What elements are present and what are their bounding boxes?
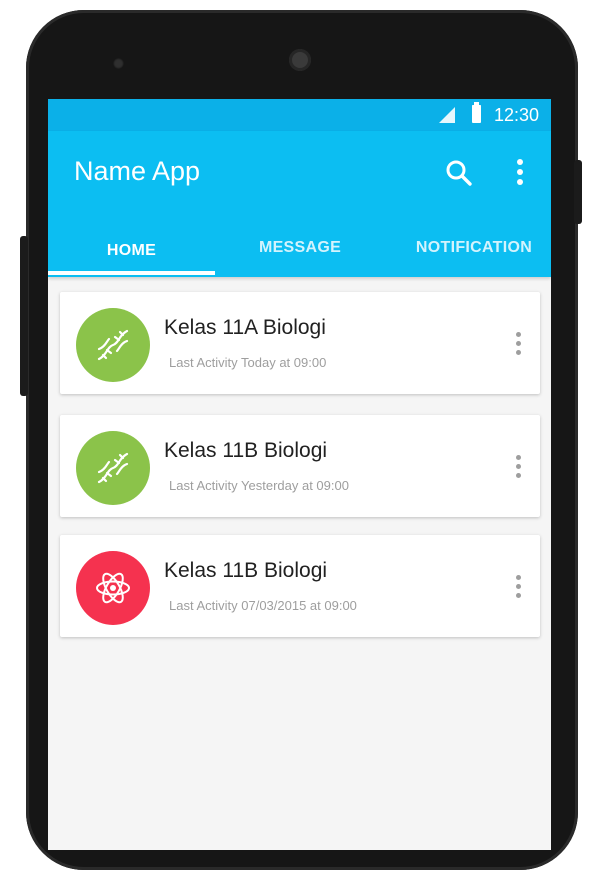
class-card[interactable]: Kelas 11A Biologi Last Activity Today at… <box>60 292 540 394</box>
app-bar: Name App HOME MESSAGE NOTIFICATION <box>48 131 551 277</box>
power-button <box>574 160 582 224</box>
volume-button <box>20 236 28 396</box>
class-card[interactable]: Kelas 11B Biologi Last Activity 07/03/20… <box>60 535 540 637</box>
atom-icon <box>96 572 130 604</box>
class-last-activity: Last Activity Today at 09:00 <box>169 355 327 370</box>
class-title: Kelas 11B Biologi <box>164 559 328 582</box>
status-bar: 12:30 <box>48 99 551 131</box>
proximity-sensor <box>113 58 124 69</box>
dna-icon <box>97 452 129 484</box>
class-card[interactable]: Kelas 11B Biologi Last Activity Yesterda… <box>60 415 540 517</box>
active-tab-indicator <box>48 271 215 275</box>
class-avatar <box>76 431 150 505</box>
battery-icon <box>472 102 481 123</box>
class-last-activity: Last Activity 07/03/2015 at 09:00 <box>169 598 357 613</box>
card-menu-icon[interactable] <box>512 455 524 481</box>
signal-icon <box>439 107 455 123</box>
app-screen: 12:30 Name App HOME MESSAGE NOTIFICATION <box>48 99 551 850</box>
tab-notification[interactable]: NOTIFICATION <box>384 233 551 277</box>
class-last-activity: Last Activity Yesterday at 09:00 <box>169 478 349 493</box>
earpiece-speaker <box>289 49 311 71</box>
app-title: Name App <box>74 156 201 186</box>
search-icon[interactable] <box>444 158 474 188</box>
status-time: 12:30 <box>494 105 540 125</box>
card-menu-icon[interactable] <box>512 575 524 601</box>
class-title: Kelas 11B Biologi <box>164 439 328 462</box>
card-menu-icon[interactable] <box>512 332 524 358</box>
class-title: Kelas 11A Biologi <box>164 316 326 339</box>
tab-message[interactable]: MESSAGE <box>216 233 384 277</box>
class-avatar <box>76 551 150 625</box>
dna-icon <box>97 329 129 361</box>
class-avatar <box>76 308 150 382</box>
more-vertical-icon[interactable] <box>510 157 530 187</box>
